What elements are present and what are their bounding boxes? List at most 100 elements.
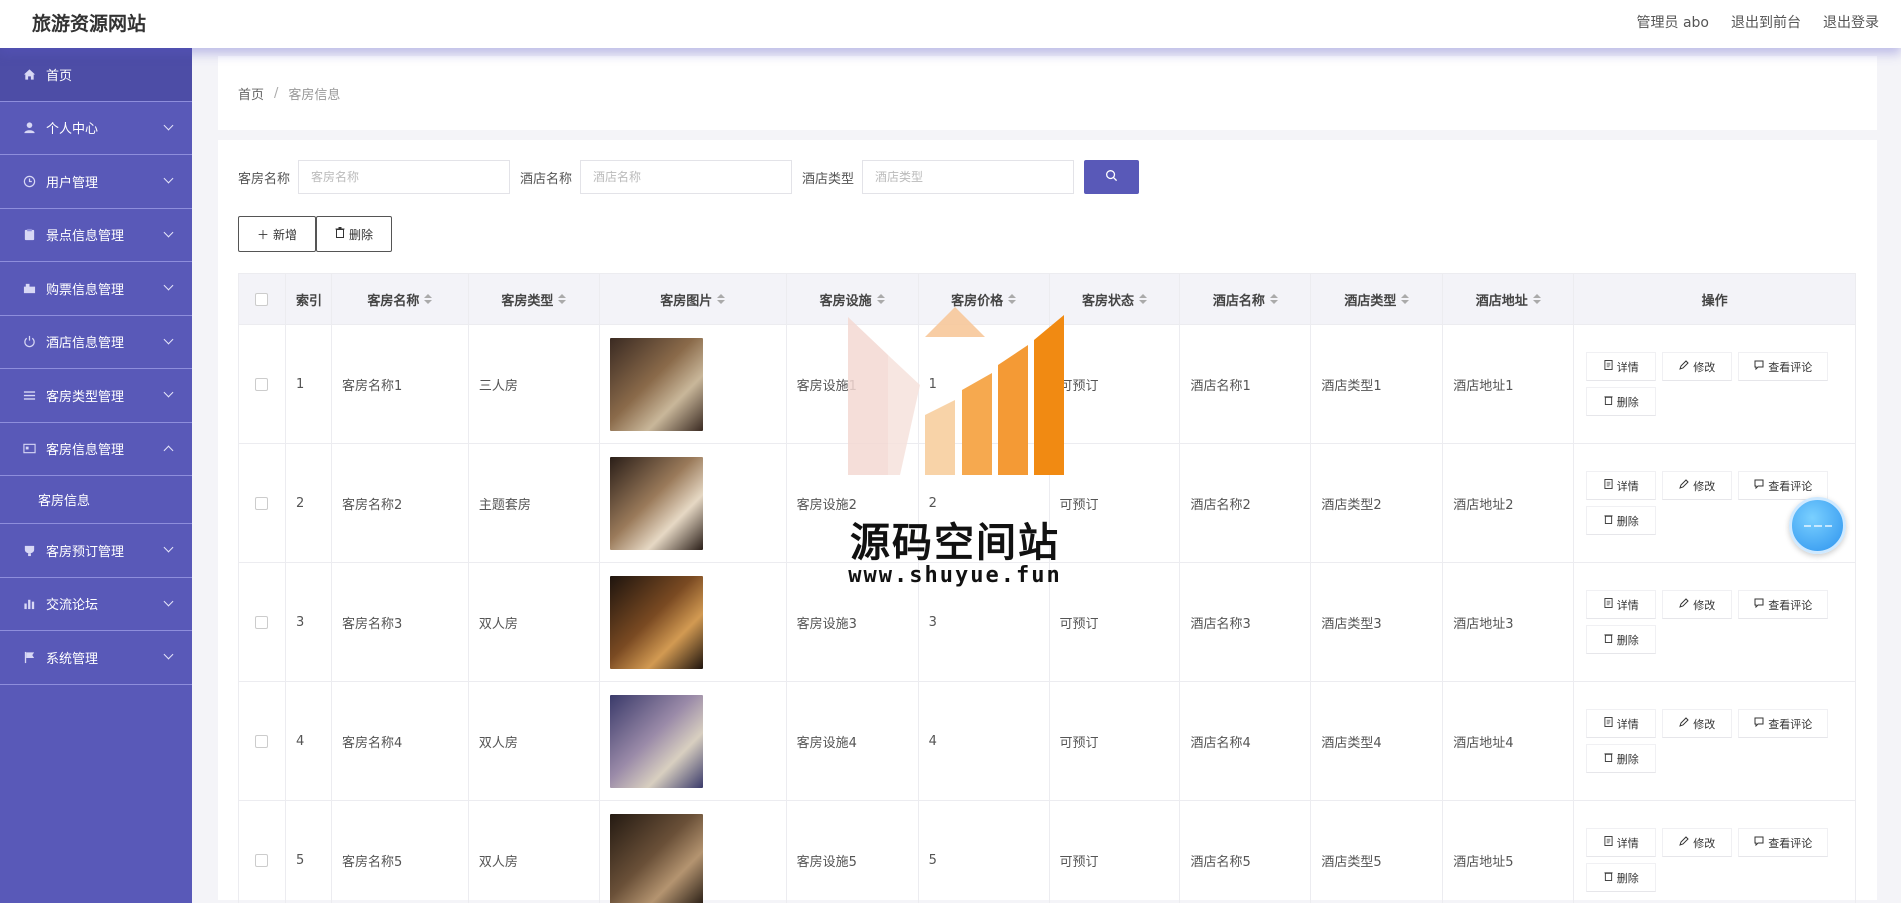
cell-room-image (600, 801, 787, 903)
floating-assistant-button[interactable] (1789, 497, 1846, 554)
room-thumbnail[interactable] (609, 456, 703, 550)
comments-label: 查看评论 (1768, 599, 1813, 612)
room-name-input[interactable] (298, 160, 511, 194)
sort-icon[interactable] (1401, 294, 1410, 304)
edit-label: 修改 (1693, 599, 1716, 612)
sidebar-item-user-management[interactable]: 用户管理 (0, 155, 192, 209)
header-facilities[interactable]: 客房设施 (787, 274, 919, 324)
room-thumbnail[interactable] (609, 813, 703, 903)
detail-button[interactable]: 详情 (1586, 828, 1657, 857)
breadcrumb-home[interactable]: 首页 (238, 84, 264, 103)
sort-icon[interactable] (1532, 294, 1541, 304)
header-index: 索引 (286, 274, 332, 324)
sort-icon[interactable] (717, 294, 726, 304)
sort-icon[interactable] (1008, 294, 1017, 304)
sort-icon[interactable] (424, 294, 433, 304)
chevron-down-icon (163, 649, 174, 660)
sidebar-item-home[interactable]: 首页 (0, 48, 192, 102)
detail-label: 详情 (1616, 361, 1639, 374)
row-checkbox[interactable] (255, 615, 269, 629)
view-comments-button[interactable]: 查看评论 (1738, 709, 1829, 738)
chevron-down-icon (163, 120, 174, 130)
header-room-image[interactable]: 客房图片 (600, 274, 787, 324)
sidebar-item-forum[interactable]: 交流论坛 (0, 578, 192, 631)
delete-button[interactable]: 删除 (1586, 506, 1657, 535)
row-delete-label: 删除 (1616, 515, 1639, 528)
header-hotel-type[interactable]: 酒店类型 (1311, 274, 1444, 324)
header-price[interactable]: 客房价格 (919, 274, 1050, 324)
document-icon (1604, 836, 1613, 849)
trash-icon (1604, 752, 1613, 765)
header-room-type-label: 客房类型 (501, 293, 554, 309)
sidebar-item-personal-center[interactable]: 个人中心 (0, 102, 192, 155)
sidebar-item-ticket-management[interactable]: 购票信息管理 (0, 262, 192, 316)
delete-button[interactable]: 删除 (1586, 863, 1657, 892)
detail-button[interactable]: 详情 (1586, 709, 1657, 738)
hotel-name-input[interactable] (580, 160, 793, 194)
delete-button[interactable]: 删除 (1586, 744, 1657, 773)
sort-icon[interactable] (1269, 294, 1278, 304)
hotel-type-input[interactable] (862, 160, 1075, 194)
edit-button[interactable]: 修改 (1662, 709, 1733, 738)
room-thumbnail[interactable] (609, 694, 703, 788)
logout-link[interactable]: 退出登录 (1823, 12, 1879, 32)
row-checkbox[interactable] (255, 734, 269, 748)
sidebar-item-hotel-management[interactable]: 酒店信息管理 (0, 316, 192, 369)
delete-button[interactable]: 删除 (1586, 387, 1657, 416)
header-status[interactable]: 客房状态 (1050, 274, 1181, 324)
view-comments-button[interactable]: 查看评论 (1738, 352, 1829, 381)
exit-to-front-link[interactable]: 退出到前台 (1731, 12, 1801, 32)
header-hotel-name[interactable]: 酒店名称 (1180, 274, 1312, 324)
add-button[interactable]: ＋ 新增 (238, 216, 317, 252)
delete-button[interactable]: 删除 (1586, 625, 1657, 654)
detail-button[interactable]: 详情 (1586, 471, 1657, 500)
chevron-down-icon (163, 596, 174, 606)
edit-button[interactable]: 修改 (1662, 352, 1733, 381)
cell-hotel-name: 酒店名称1 (1180, 325, 1312, 443)
edit-button[interactable]: 修改 (1662, 828, 1733, 857)
sidebar-item-booking-management[interactable]: 客房预订管理 (0, 524, 192, 578)
row-checkbox-cell (239, 325, 286, 443)
sidebar-item-label: 交流论坛 (46, 598, 99, 614)
header-room-type[interactable]: 客房类型 (469, 274, 600, 324)
detail-button[interactable]: 详情 (1586, 352, 1657, 381)
detail-label: 详情 (1616, 480, 1639, 493)
sidebar-item-room-type-management[interactable]: 客房类型管理 (0, 369, 192, 423)
clock-icon (22, 174, 36, 188)
row-checkbox[interactable] (255, 377, 269, 391)
cell-facilities: 客房设施4 (787, 682, 919, 800)
sidebar-item-scenic-management[interactable]: 景点信息管理 (0, 209, 192, 262)
cell-hotel-address: 酒店地址2 (1443, 444, 1575, 562)
cell-operations: 详情 修改 查看评论 删除 (1574, 563, 1855, 681)
room-thumbnail[interactable] (609, 337, 703, 431)
submenu-room-info[interactable]: 客房信息 (0, 476, 192, 524)
room-thumbnail[interactable] (609, 575, 703, 669)
select-all-checkbox[interactable] (255, 292, 269, 306)
sidebar-item-room-info-management[interactable]: 客房信息管理 (0, 423, 192, 476)
cell-hotel-type: 酒店类型3 (1311, 563, 1444, 681)
row-checkbox[interactable] (255, 496, 269, 510)
search-button[interactable] (1084, 160, 1140, 194)
pencil-icon (1679, 360, 1689, 373)
chevron-down-icon (163, 334, 174, 344)
edit-button[interactable]: 修改 (1662, 590, 1733, 619)
header-hotel-address[interactable]: 酒店地址 (1443, 274, 1575, 324)
chart-icon (22, 597, 36, 611)
view-comments-button[interactable]: 查看评论 (1738, 828, 1829, 857)
site-brand: 旅游资源网站 (32, 13, 147, 35)
row-checkbox[interactable] (255, 853, 269, 867)
sort-icon[interactable] (1139, 294, 1147, 304)
sort-icon[interactable] (558, 294, 567, 304)
sidebar-item-system-management[interactable]: 系统管理 (0, 631, 192, 685)
view-comments-button[interactable]: 查看评论 (1738, 590, 1829, 619)
sidebar-item-label: 客房信息管理 (46, 443, 125, 459)
row-operations: 详情 修改 查看评论 删除 (1584, 352, 1834, 416)
cell-index: 2 (286, 444, 332, 562)
detail-button[interactable]: 详情 (1586, 590, 1657, 619)
edit-button[interactable]: 修改 (1662, 471, 1733, 500)
cell-room-name: 客房名称1 (332, 325, 469, 443)
bulk-delete-button[interactable]: 删除 (316, 216, 393, 252)
header-room-name[interactable]: 客房名称 (332, 274, 469, 324)
view-comments-button[interactable]: 查看评论 (1738, 471, 1829, 500)
sort-icon[interactable] (876, 294, 885, 304)
